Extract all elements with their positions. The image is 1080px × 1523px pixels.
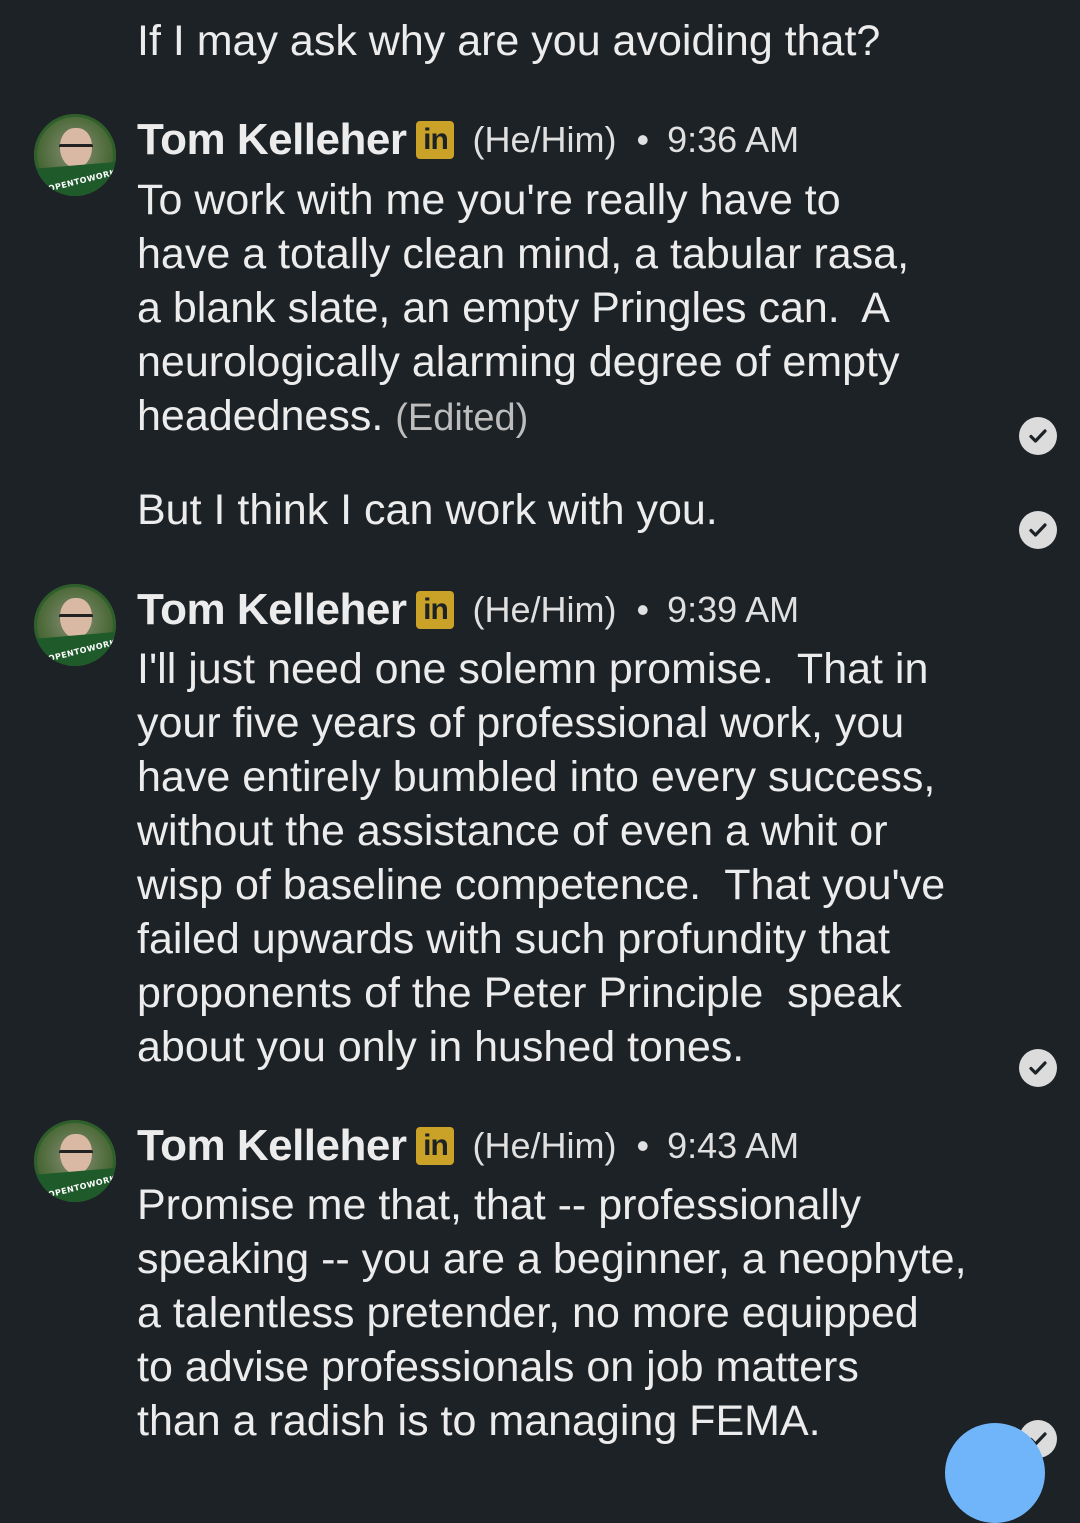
message-timestamp: 9:43 AM: [667, 1125, 800, 1166]
separator-dot: •: [636, 589, 650, 630]
message-header: Tom Kelleher in (He/Him) • 9:36 AM: [137, 112, 799, 168]
edited-label: (Edited): [395, 397, 529, 439]
message-body: Promise me that, that -- professionally …: [137, 1181, 967, 1445]
avatar[interactable]: #OPENTOWORK: [34, 114, 116, 196]
message-header: Tom Kelleher in (He/Him) • 9:39 AM: [137, 582, 799, 638]
linkedin-premium-icon: in: [416, 1127, 455, 1165]
linkedin-premium-icon: in: [416, 121, 455, 159]
avatar[interactable]: #OPENTOWORK: [34, 584, 116, 666]
message-header: Tom Kelleher in (He/Him) • 9:43 AM: [137, 1118, 799, 1174]
separator-dot: •: [636, 1125, 650, 1166]
avatar-glasses: [59, 614, 93, 625]
separator-dot: •: [636, 119, 650, 160]
avatar-glasses: [59, 1150, 93, 1161]
sender-name[interactable]: Tom Kelleher: [137, 585, 407, 635]
compose-fab-button[interactable]: [945, 1423, 1045, 1523]
sender-pronouns: (He/Him): [472, 589, 617, 630]
check-icon: [1019, 417, 1057, 455]
message-timestamp: 9:36 AM: [667, 119, 800, 160]
avatar-glasses: [59, 144, 93, 155]
linkedin-premium-icon: in: [416, 591, 455, 629]
sender-pronouns: (He/Him): [472, 1125, 617, 1166]
message-body: To work with me you're really have to ha…: [137, 173, 1017, 445]
avatar[interactable]: #OPENTOWORK: [34, 1120, 116, 1202]
message-body: If I may ask why are you avoiding that?: [137, 17, 881, 65]
message-body: I'll just need one solemn promise. That …: [137, 645, 946, 1071]
sender-pronouns: (He/Him): [472, 119, 617, 160]
message-thread: If I may ask why are you avoiding that? …: [0, 0, 1080, 1523]
check-icon: [1019, 1049, 1057, 1087]
message-timestamp: 9:39 AM: [667, 589, 800, 630]
sender-name[interactable]: Tom Kelleher: [137, 1121, 407, 1171]
message-body: But I think I can work with you.: [137, 486, 718, 534]
check-icon: [1019, 511, 1057, 549]
sender-name[interactable]: Tom Kelleher: [137, 115, 407, 165]
